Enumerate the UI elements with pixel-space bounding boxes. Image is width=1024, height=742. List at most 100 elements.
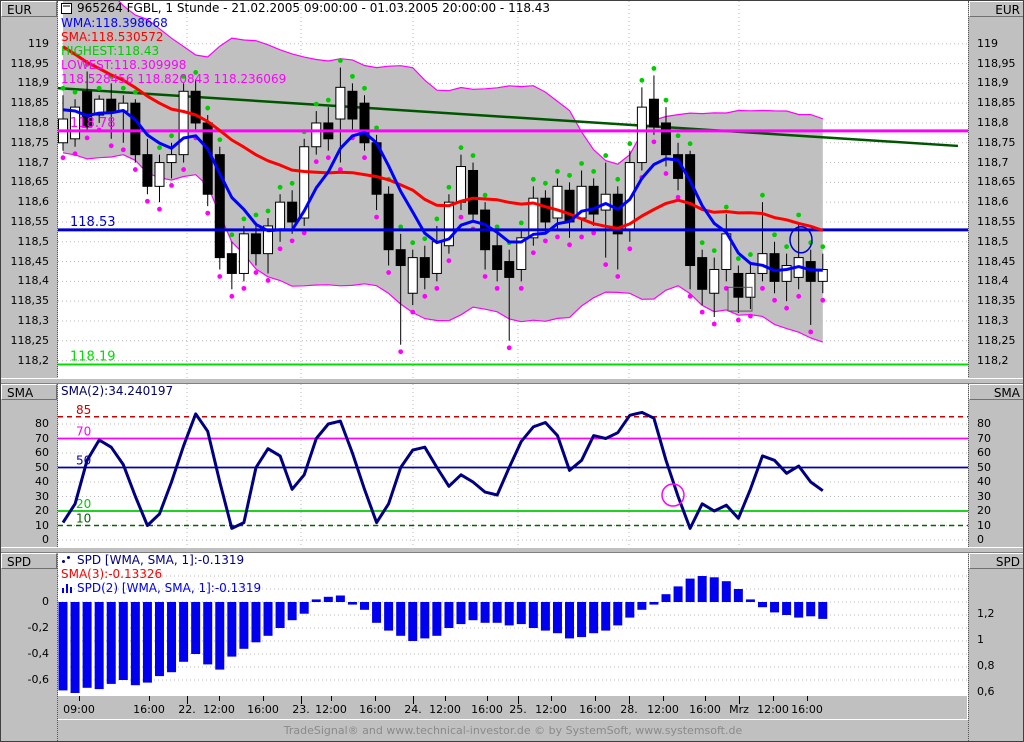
sma-axis-header-right: SMA <box>969 384 1024 400</box>
sma-y-label: 0 <box>42 533 49 546</box>
spd-legend-line-1: SMA(3):-0.13326 <box>61 567 261 581</box>
sma-y-label: 60 <box>35 446 49 459</box>
time-tick <box>263 696 264 701</box>
price-y-label: 118,45 <box>11 255 50 268</box>
sma-y-label: 70 <box>35 432 49 445</box>
footer-credit-text: TradeSignal® and www.technical-investor.… <box>284 724 743 737</box>
price-y-label: 118,65 <box>11 175 50 188</box>
time-tick-label: 16:00 <box>359 703 391 716</box>
sma-y-label: 0 <box>977 533 984 546</box>
time-tick-label: 16:00 <box>791 703 823 716</box>
sma-y-label: 10 <box>35 519 49 532</box>
price-chart-panel[interactable]: 118.78 118.53 118.19 965264 FGBL, 1 Stunde… <box>58 1 968 378</box>
svg-text:118.53: 118.53 <box>70 215 116 230</box>
time-tick-label: 12:00 <box>203 703 235 716</box>
sma-y-label: 70 <box>977 432 991 445</box>
svg-text:70: 70 <box>76 425 91 439</box>
spd-y-label: -0,2 <box>28 621 49 634</box>
time-tick-label: 16:00 <box>133 703 165 716</box>
price-y-label: 118,9 <box>18 76 50 89</box>
time-tick-label: 12:00 <box>535 703 567 716</box>
price-y-label: 118,85 <box>11 96 50 109</box>
spd-y-label: 1,2 <box>977 607 995 620</box>
time-tick-label: 24. <box>404 703 422 716</box>
pin-icon <box>61 3 72 14</box>
price-y-label: 118,5 <box>18 235 50 248</box>
time-tick-label: 12:00 <box>647 703 679 716</box>
spd-histogram-panel[interactable]: SPD [WMA, SMA, 1]:-0.1319SMA(3):-0.13326… <box>58 553 968 695</box>
price-legend-line-0: WMA:118.398668 <box>61 16 550 30</box>
price-y-label: 118,3 <box>977 314 1009 327</box>
panel-splitter-2[interactable] <box>1 547 1024 553</box>
svg-text:118.78: 118.78 <box>70 116 116 131</box>
sma-y-label: 20 <box>977 504 991 517</box>
time-tick-label: 23. <box>292 703 310 716</box>
price-y-label: 118,55 <box>977 215 1016 228</box>
spd-y-label: -0,6 <box>28 673 49 686</box>
sma-oscillator-canvas[interactable]: 8570502010 <box>58 384 968 547</box>
panel-splitter-1[interactable] <box>1 378 1024 384</box>
time-tick <box>149 696 150 701</box>
price-y-label: 118,45 <box>977 255 1016 268</box>
time-tick-label: 12:00 <box>315 703 347 716</box>
spd-axis-header-right: SPD <box>969 553 1024 569</box>
price-y-label: 118,35 <box>11 294 50 307</box>
sma-legend-text: SMA(2):34.240197 <box>61 384 173 398</box>
price-y-label: 118,25 <box>11 334 50 347</box>
scatter-icon <box>61 556 73 564</box>
time-tick-label: 16:00 <box>247 703 279 716</box>
price-y-label: 118,6 <box>977 195 1009 208</box>
time-tick <box>445 696 446 701</box>
time-tick-label: 22. <box>178 703 196 716</box>
spd-legend-line-2: SPD(2) [WMA, SMA, 1]:-0.1319 <box>61 581 261 595</box>
price-y-label: 118,4 <box>977 274 1009 287</box>
sma-y-label: 50 <box>35 461 49 474</box>
price-y-label: 119 <box>28 37 49 50</box>
time-tick <box>773 696 774 701</box>
sma-y-label: 30 <box>977 490 991 503</box>
spd-y-label: 0 <box>42 595 49 608</box>
time-tick-label: 28. <box>620 703 638 716</box>
price-y-label: 118,75 <box>11 136 50 149</box>
spd-y-label: 0,8 <box>977 659 995 672</box>
price-y-label: 118,2 <box>977 354 1009 367</box>
price-y-label: 118,55 <box>11 215 50 228</box>
sma-y-label: 50 <box>977 461 991 474</box>
price-y-label: 119 <box>977 37 998 50</box>
sma-y-label: 20 <box>35 504 49 517</box>
price-legend: 965264 FGBL, 1 Stunde - 21.02.2005 09:00… <box>61 1 550 86</box>
spd-legend: SPD [WMA, SMA, 1]:-0.1319SMA(3):-0.13326… <box>61 553 261 595</box>
time-tick <box>705 696 706 701</box>
sma-oscillator-panel[interactable]: 8570502010 SMA(2):34.240197 <box>58 384 968 547</box>
time-tick <box>487 696 488 701</box>
time-tick <box>807 696 808 701</box>
price-y-label: 118,75 <box>977 136 1016 149</box>
time-tick <box>219 696 220 701</box>
price-y-label: 118,8 <box>977 116 1009 129</box>
spd-y-label: 0,6 <box>977 685 995 698</box>
time-axis[interactable]: 09:0016:0022.12:0016:0023.12:0016:0024.1… <box>1 695 968 720</box>
price-y-label: 118,9 <box>977 76 1009 89</box>
price-y-label: 118,2 <box>18 354 50 367</box>
sma-axis-header-left: SMA <box>1 384 57 400</box>
svg-text:118.19: 118.19 <box>70 350 116 365</box>
time-tick <box>595 696 596 701</box>
time-tick-label: 16:00 <box>471 703 503 716</box>
chart-title-row: 965264 FGBL, 1 Stunde - 21.02.2005 09:00… <box>61 1 550 16</box>
svg-text:10: 10 <box>76 512 91 526</box>
time-tick-label: 12:00 <box>757 703 789 716</box>
histogram-icon <box>61 584 73 593</box>
price-y-label: 118,95 <box>11 57 50 70</box>
time-tick-label: 09:00 <box>63 703 95 716</box>
price-y-label: 118,85 <box>977 96 1016 109</box>
right-axis-gutter[interactable]: EUR SMA SPD 119118,95118,9118,85118,8118… <box>968 1 1024 741</box>
time-tick <box>79 696 80 701</box>
sma-legend: SMA(2):34.240197 <box>61 384 173 398</box>
time-tick-label: 16:00 <box>579 703 611 716</box>
spd-y-label: 1 <box>977 633 984 646</box>
left-axis-gutter[interactable]: EUR SMA SPD 119118,95118,9118,85118,8118… <box>1 1 58 741</box>
sma-y-label: 30 <box>35 490 49 503</box>
time-tick <box>663 696 664 701</box>
sma-y-label: 80 <box>977 417 991 430</box>
sma-y-label: 10 <box>977 519 991 532</box>
